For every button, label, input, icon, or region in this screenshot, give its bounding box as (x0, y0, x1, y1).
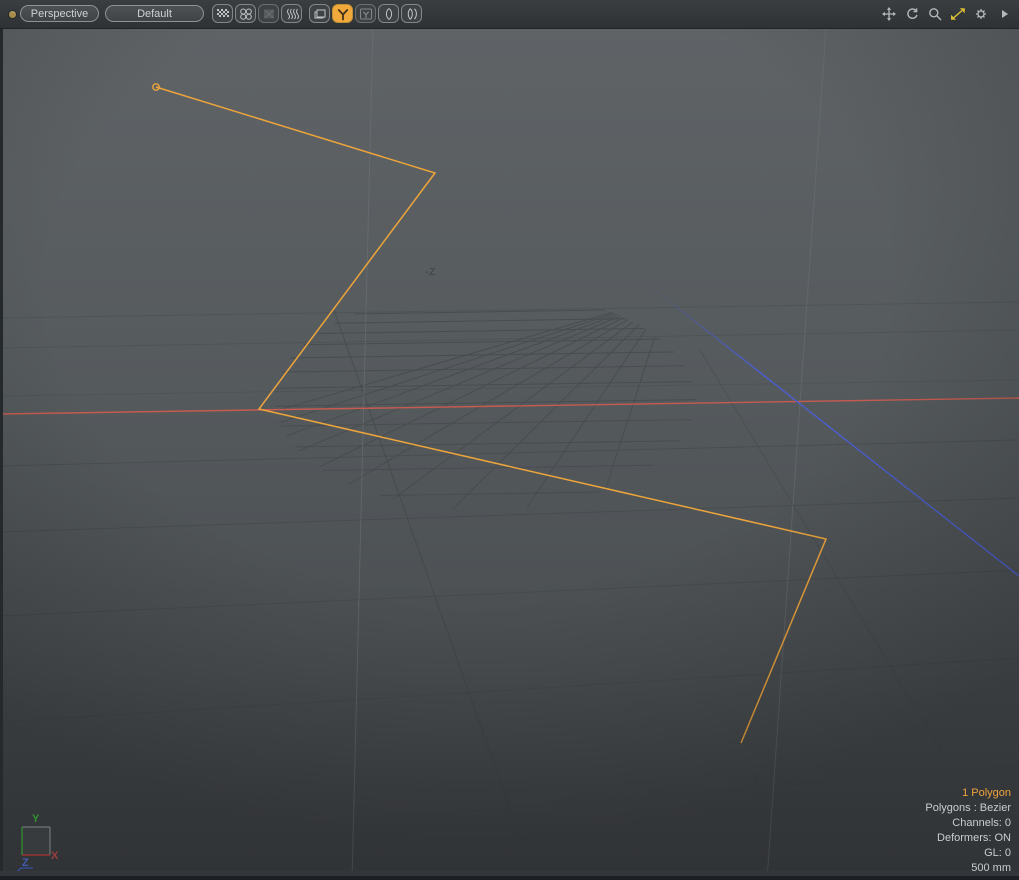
viewport-nav-buttons (879, 4, 1014, 24)
workplane-icon (311, 6, 329, 22)
modo-viewport-window: -Z +Z Y X Z Perspective Default 1 Polygon Po… (0, 0, 1019, 880)
more-arrow-button[interactable] (994, 4, 1014, 24)
wireframe-shade-button[interactable] (281, 4, 302, 23)
wireframe-shade-icon (283, 6, 301, 22)
symmetry-icon (403, 6, 421, 22)
pos-z-label: +Z (746, 772, 760, 784)
zoom-button[interactable] (925, 4, 945, 24)
maximize-button[interactable] (948, 4, 968, 24)
gizmo-y-label: Y (32, 813, 40, 825)
zoom-icon (926, 6, 944, 22)
quad-view-button[interactable] (235, 4, 256, 23)
symmetry-button[interactable] (401, 4, 422, 23)
shading-dither-icon (214, 6, 232, 22)
grid-size-label: 500 mm (925, 861, 1011, 876)
action-axis-icon (334, 6, 352, 22)
settings-gear-button[interactable] (971, 4, 991, 24)
settings-gear-icon (972, 6, 990, 22)
backdrop-button[interactable] (258, 4, 279, 23)
deformers-label: Deformers: ON (925, 831, 1011, 846)
selection-count-label: 1 Polygon (925, 786, 1011, 801)
quad-view-icon (237, 6, 255, 22)
gl-label: GL: 0 (925, 846, 1011, 861)
3d-viewport[interactable]: -Z +Z Y X Z (0, 0, 1019, 880)
gizmo-z-label: Z (22, 857, 29, 869)
shading-dither-button[interactable] (212, 4, 233, 23)
more-arrow-icon (995, 6, 1013, 22)
render-style-dropdown[interactable]: Default (105, 5, 204, 22)
viewport-toolbar: Perspective Default (0, 0, 1019, 29)
channels-label: Channels: 0 (925, 816, 1011, 831)
viewport-background (0, 28, 1019, 880)
viewport-info-readout: 1 Polygon Polygons : Bezier Channels: 0 … (925, 786, 1011, 876)
falloff-button[interactable] (378, 4, 399, 23)
viewport-style-buttons (212, 4, 422, 23)
polygon-type-label: Polygons : Bezier (925, 801, 1011, 816)
action-axis-button[interactable] (332, 4, 353, 23)
backdrop-icon (260, 6, 278, 22)
workplane-button[interactable] (309, 4, 330, 23)
rotate-icon (903, 6, 921, 22)
bottom-window-border (0, 871, 1019, 880)
falloff-icon (380, 6, 398, 22)
gizmo-x-label: X (51, 850, 59, 862)
rotate-button[interactable] (902, 4, 922, 24)
viewport-status-dot[interactable] (8, 10, 17, 19)
ghost-mode-icon (357, 6, 375, 22)
view-type-dropdown[interactable]: Perspective (20, 5, 99, 22)
pan-icon (880, 6, 898, 22)
maximize-icon (949, 6, 967, 22)
left-window-border (0, 28, 3, 880)
neg-z-label: -Z (425, 266, 436, 278)
pan-button[interactable] (879, 4, 899, 24)
ghost-mode-button[interactable] (355, 4, 376, 23)
